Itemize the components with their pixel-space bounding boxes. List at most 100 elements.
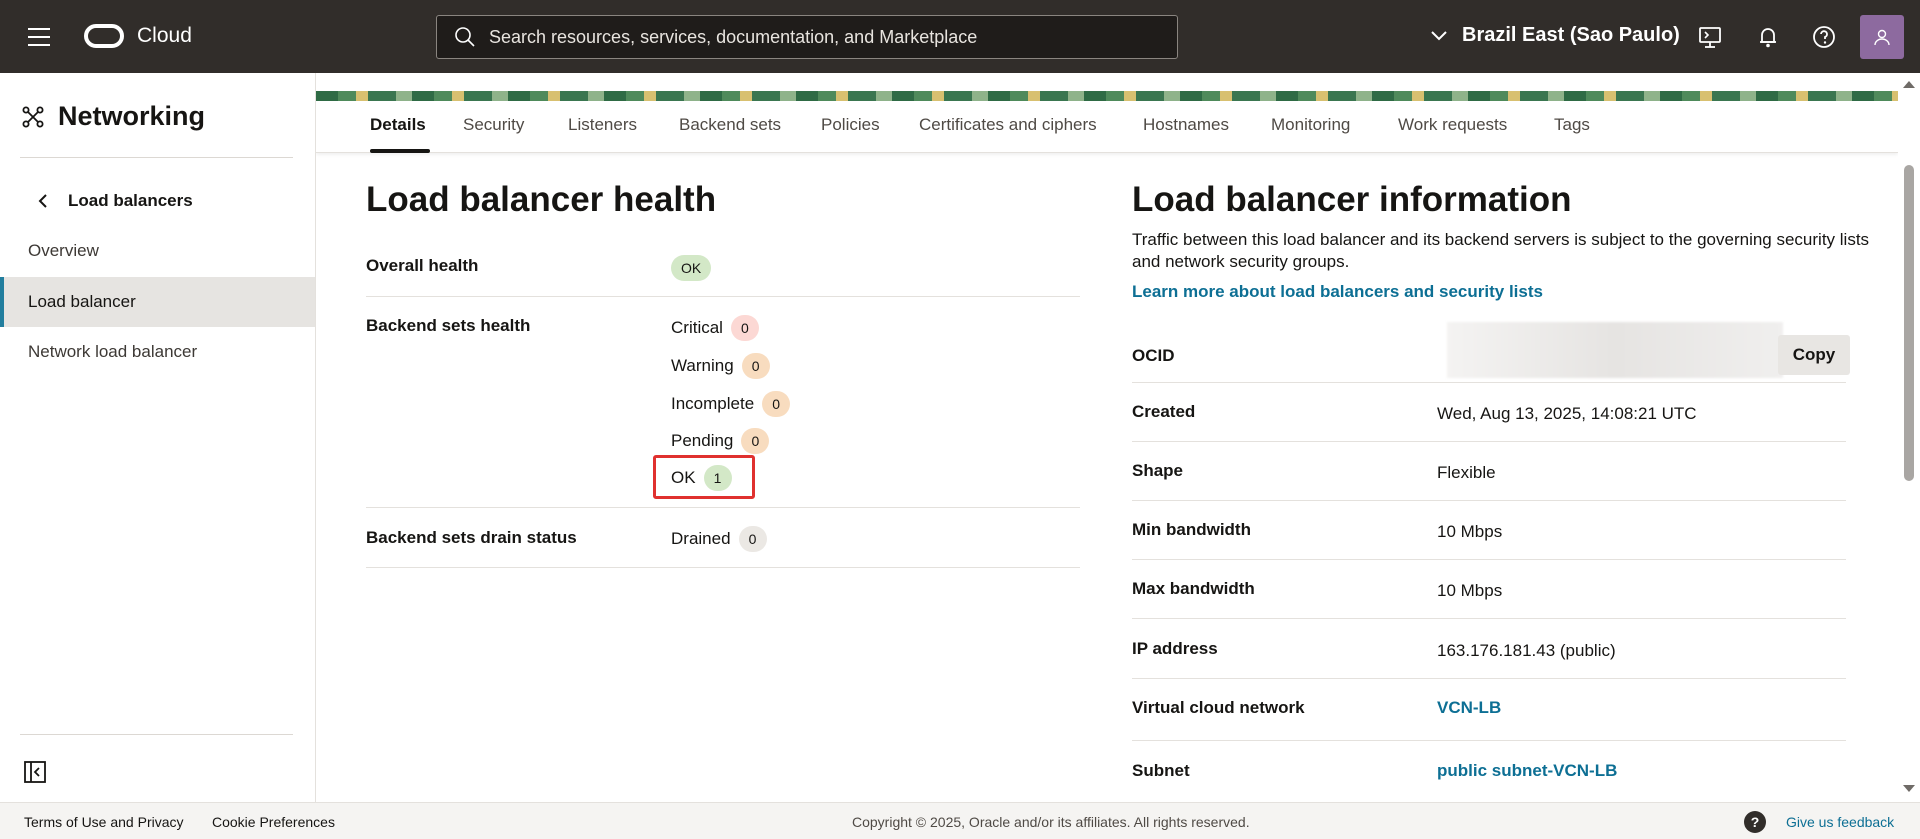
- copyright-text: Copyright © 2025, Oracle and/or its affi…: [852, 814, 1250, 830]
- sidebar-item-overview[interactable]: Overview: [0, 226, 315, 276]
- status-label: Incomplete: [671, 394, 755, 413]
- row-divider: [1132, 382, 1846, 383]
- drain-status-value: Drained 0: [671, 526, 767, 552]
- scroll-thumb[interactable]: [1904, 165, 1914, 481]
- status-label: Pending: [671, 431, 734, 450]
- status-label: Warning: [671, 356, 734, 375]
- drain-status-label: Backend sets drain status: [366, 528, 577, 547]
- sidebar-divider: [20, 157, 293, 158]
- info-row-label: Created: [1132, 402, 1196, 421]
- min-bandwidth-value: 10 Mbps: [1437, 522, 1503, 541]
- terms-link[interactable]: Terms of Use and Privacy: [24, 814, 184, 830]
- cookie-preferences-link[interactable]: Cookie Preferences: [212, 814, 335, 830]
- vcn-link[interactable]: VCN-LB: [1437, 698, 1501, 718]
- status-warning: Warning 0: [671, 353, 770, 379]
- back-to-load-balancers[interactable]: Load balancers: [38, 191, 193, 211]
- overall-health-badge: OK: [671, 255, 712, 281]
- drain-label: Drained: [671, 529, 731, 548]
- row-divider: [1132, 678, 1846, 679]
- row-divider: [1132, 559, 1846, 560]
- chevron-down-icon: [1431, 30, 1447, 40]
- row-divider: [366, 507, 1080, 508]
- count-badge: 0: [762, 391, 791, 417]
- tab-monitoring[interactable]: Monitoring: [1271, 115, 1350, 135]
- feedback-help-icon[interactable]: ?: [1744, 811, 1766, 833]
- sidebar-title: Networking: [22, 101, 205, 132]
- tab-bar: Details Security Listeners Backend sets …: [316, 101, 1898, 153]
- scrollbar[interactable]: [1898, 73, 1920, 802]
- subnet-link[interactable]: public subnet-VCN-LB: [1437, 761, 1617, 781]
- row-divider: [1132, 441, 1846, 442]
- active-tab-indicator: [370, 149, 430, 153]
- tab-work-requests[interactable]: Work requests: [1398, 115, 1507, 135]
- description-text: Traffic between this load balancer and i…: [1132, 230, 1870, 271]
- collapse-sidebar-icon[interactable]: [24, 761, 46, 783]
- count-badge: 0: [738, 526, 767, 552]
- sidebar-title-label: Networking: [58, 101, 206, 131]
- bell-icon[interactable]: [1755, 24, 1781, 50]
- region-selector[interactable]: Brazil East (Sao Paulo): [1430, 24, 1680, 47]
- tab-hostnames[interactable]: Hostnames: [1143, 115, 1229, 135]
- back-label: Load balancers: [68, 191, 193, 210]
- user-avatar[interactable]: [1860, 15, 1904, 59]
- scroll-down-icon[interactable]: [1903, 785, 1915, 792]
- ip-address-value: 163.176.181.43 (public): [1437, 641, 1616, 660]
- tab-certificates-and-ciphers[interactable]: Certificates and ciphers: [919, 115, 1097, 135]
- info-row-label: Shape: [1132, 461, 1184, 480]
- tab-backend-sets[interactable]: Backend sets: [679, 115, 781, 135]
- info-row-label: Subnet: [1132, 761, 1190, 780]
- menu-icon[interactable]: [28, 28, 52, 48]
- row-divider: [1132, 618, 1846, 619]
- sidebar-item-load-balancer[interactable]: Load balancer: [0, 277, 315, 327]
- region-label: Brazil East (Sao Paulo): [1462, 24, 1680, 46]
- row-divider: [366, 296, 1080, 297]
- copy-button[interactable]: Copy: [1778, 335, 1850, 375]
- help-icon[interactable]: [1811, 24, 1837, 50]
- tab-policies[interactable]: Policies: [821, 115, 880, 135]
- info-row-label: Min bandwidth: [1132, 520, 1251, 539]
- networking-icon: [22, 106, 44, 127]
- feedback-link[interactable]: Give us feedback: [1786, 814, 1894, 830]
- tab-details[interactable]: Details: [370, 115, 426, 135]
- status-critical: Critical 0: [671, 315, 759, 341]
- learn-more-link[interactable]: Learn more about load balancers and secu…: [1132, 282, 1543, 302]
- status-incomplete: Incomplete 0: [671, 391, 791, 417]
- main-content: Details Security Listeners Backend sets …: [316, 73, 1898, 802]
- ocid-label: OCID: [1132, 346, 1175, 365]
- top-bar: Cloud Brazil East (Sao Paulo): [0, 0, 1920, 73]
- cloud-shell-icon[interactable]: [1697, 24, 1723, 50]
- highlight-box: [653, 455, 755, 499]
- health-title: Load balancer health: [366, 180, 717, 219]
- shape-value: Flexible: [1437, 463, 1496, 482]
- chevron-left-icon: [38, 194, 47, 208]
- count-badge: 0: [741, 428, 770, 454]
- footer: Terms of Use and Privacy Cookie Preferen…: [0, 802, 1920, 839]
- info-description: Traffic between this load balancer and i…: [1132, 229, 1892, 273]
- oracle-logo[interactable]: [84, 24, 124, 48]
- row-divider: [1132, 500, 1846, 501]
- tab-security[interactable]: Security: [463, 115, 524, 135]
- sidebar: Networking Load balancers Overview Load …: [0, 73, 316, 802]
- tab-tags[interactable]: Tags: [1554, 115, 1590, 135]
- sidebar-item-network-load-balancer[interactable]: Network load balancer: [0, 327, 315, 377]
- count-badge: 0: [741, 353, 770, 379]
- info-row-label: Virtual cloud network: [1132, 698, 1305, 717]
- status-pending: Pending 0: [671, 428, 770, 454]
- ocid-value-redacted: [1447, 322, 1783, 378]
- brand-label[interactable]: Cloud: [137, 24, 192, 48]
- row-divider: [366, 567, 1080, 568]
- count-badge: 0: [730, 315, 759, 341]
- scroll-up-icon[interactable]: [1903, 81, 1915, 88]
- info-row-label: Max bandwidth: [1132, 579, 1255, 598]
- search-input[interactable]: [489, 26, 1139, 48]
- backend-sets-health-label: Backend sets health: [366, 316, 531, 335]
- row-divider: [1132, 740, 1846, 741]
- search-icon: [455, 27, 475, 47]
- max-bandwidth-value: 10 Mbps: [1437, 581, 1503, 600]
- sidebar-bottom-divider: [20, 734, 293, 735]
- created-value: Wed, Aug 13, 2025, 14:08:21 UTC: [1437, 404, 1697, 423]
- header-banner: [316, 91, 1898, 101]
- user-icon: [1874, 29, 1890, 46]
- tab-listeners[interactable]: Listeners: [568, 115, 637, 135]
- search-box[interactable]: [436, 15, 1178, 59]
